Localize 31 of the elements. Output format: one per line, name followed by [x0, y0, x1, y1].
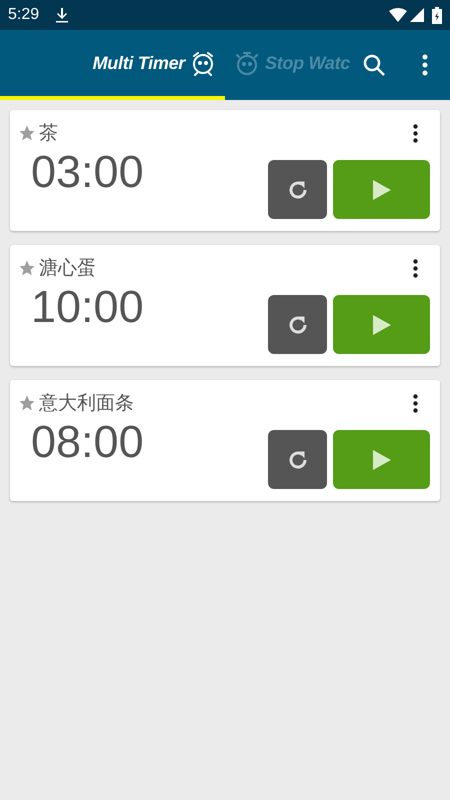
timer-time: 10:00: [31, 283, 145, 331]
wifi-icon: [389, 8, 407, 22]
play-button[interactable]: [333, 430, 430, 489]
search-icon: [362, 54, 385, 76]
timer-name: 茶: [39, 122, 59, 146]
stopwatch-icon: [234, 50, 260, 76]
star-icon[interactable]: [18, 259, 36, 277]
more-icon: [412, 124, 418, 142]
star-icon[interactable]: [18, 124, 36, 142]
reset-button[interactable]: [268, 295, 327, 354]
tab[interactable]: Multi Timer: [0, 30, 225, 100]
signal-icon: [410, 8, 424, 22]
play-icon: [372, 314, 392, 336]
status-time: 5:29: [8, 6, 40, 24]
reset-button[interactable]: [268, 160, 327, 219]
battery-icon: [432, 6, 442, 24]
play-button[interactable]: [333, 295, 430, 354]
download-icon: [55, 7, 70, 23]
timer-name: 意大利面条: [39, 392, 135, 416]
play-icon: [372, 178, 392, 200]
play-icon: [372, 448, 392, 470]
timer-time: 08:00: [31, 418, 145, 466]
alarm-clock-icon: [190, 50, 216, 76]
more-icon: [422, 54, 428, 76]
timer-time: 03:00: [31, 148, 145, 196]
reset-button[interactable]: [268, 430, 327, 489]
more-icon: [412, 394, 418, 412]
play-button[interactable]: [333, 160, 430, 219]
more-icon: [412, 258, 418, 278]
star-icon[interactable]: [18, 394, 36, 412]
timer-name: 溏心蛋: [39, 257, 97, 281]
